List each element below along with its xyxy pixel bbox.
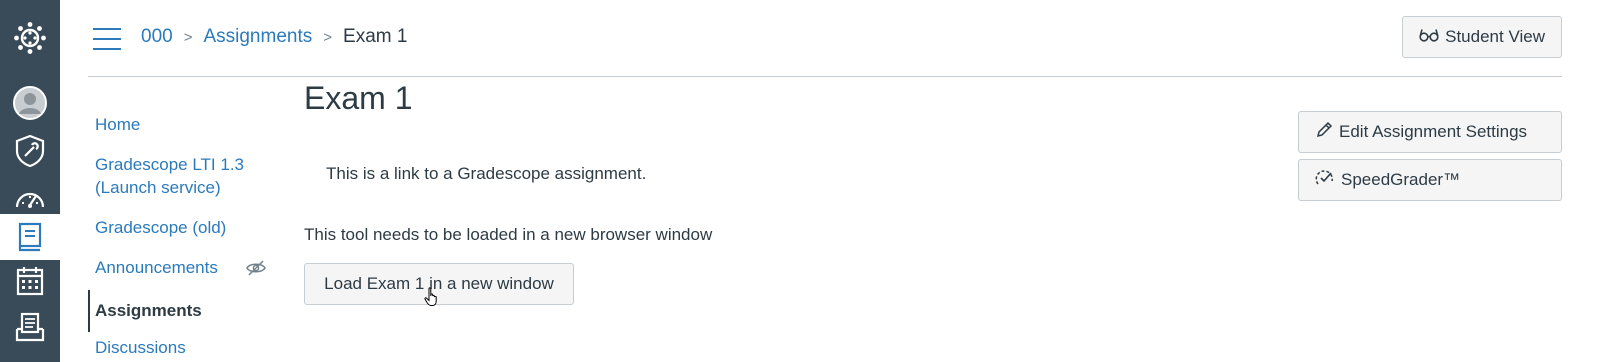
hand-cursor-icon (424, 287, 440, 312)
student-view-button[interactable]: Student View (1402, 16, 1562, 58)
global-nav (0, 0, 60, 362)
pencil-icon (1315, 121, 1333, 144)
breadcrumb: 000 > Assignments > Exam 1 (141, 26, 407, 48)
tool-load-note: This tool needs to be loaded in a new br… (304, 225, 713, 244)
assignment-description: This is a link to a Gradescope assignmen… (326, 164, 647, 183)
course-nav-discussions[interactable]: Discussions (88, 336, 288, 359)
course-nav-announcements[interactable]: Announcements (88, 256, 288, 279)
breadcrumb-course-link[interactable]: 000 (141, 26, 173, 48)
student-view-label: Student View (1445, 27, 1545, 46)
speedgrader-label: SpeedGrader™ (1341, 170, 1461, 189)
eye-slash-icon (246, 259, 266, 282)
calendar-icon[interactable] (0, 258, 60, 304)
page-title: Exam 1 (304, 80, 413, 116)
breadcrumb-separator: > (323, 28, 333, 46)
breadcrumb-assignments-link[interactable]: Assignments (203, 26, 312, 48)
speedgrader-icon (1315, 169, 1335, 192)
speedgrader-button[interactable]: SpeedGrader™ (1298, 159, 1562, 201)
account-icon[interactable] (0, 80, 60, 126)
edit-assignment-settings-label: Edit Assignment Settings (1339, 122, 1528, 141)
edit-assignment-settings-button[interactable]: Edit Assignment Settings (1298, 111, 1562, 153)
course-nav-assignments[interactable]: Assignments (88, 290, 288, 332)
course-menu-toggle-icon[interactable] (93, 28, 121, 50)
course-nav-announcements-label: Announcements (95, 258, 218, 277)
canvas-logo-icon[interactable] (0, 15, 60, 61)
admin-icon[interactable] (0, 128, 60, 174)
page-header: 000 > Assignments > Exam 1 Student View (88, 14, 1562, 62)
header-divider (88, 76, 1562, 77)
courses-icon[interactable] (0, 214, 60, 260)
breadcrumb-separator: > (183, 28, 193, 46)
course-nav-gradescope-lti[interactable]: Gradescope LTI 1.3 (Launch service) (88, 153, 268, 199)
glasses-icon (1419, 27, 1439, 47)
breadcrumb-current: Exam 1 (343, 26, 408, 47)
course-nav-home[interactable]: Home (88, 113, 288, 136)
inbox-icon[interactable] (0, 304, 60, 350)
course-nav-gradescope-old[interactable]: Gradescope (old) (88, 216, 288, 239)
